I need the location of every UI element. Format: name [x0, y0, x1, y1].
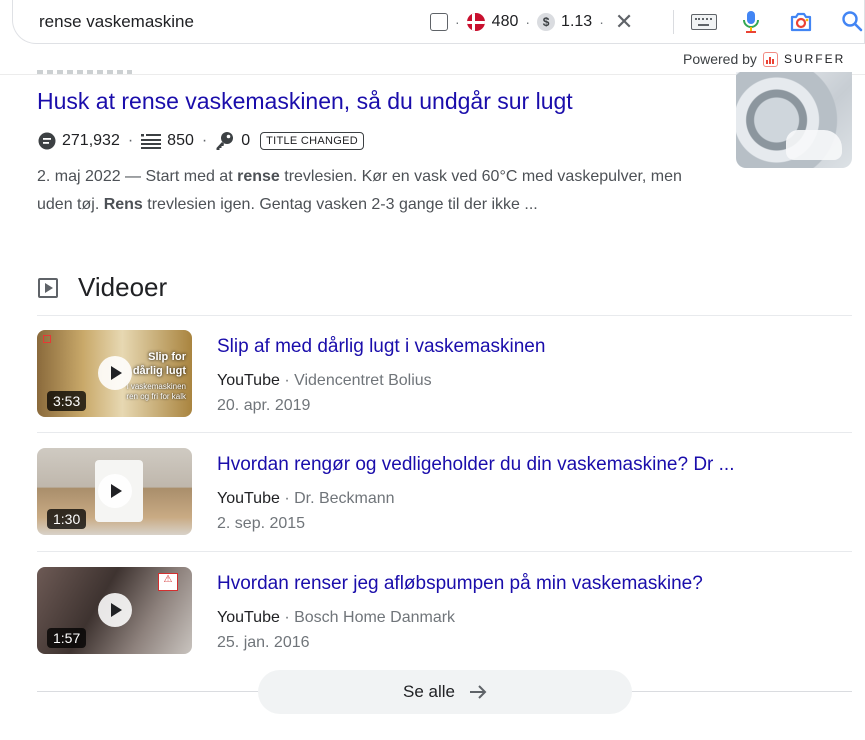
- video-item[interactable]: Slip for dårlig lugt i vaskemaskinen ren o…: [37, 330, 852, 420]
- video-duration: 1:30: [47, 509, 87, 529]
- search-volume: 480: [491, 13, 519, 30]
- surfer-logo-icon: [762, 51, 778, 67]
- result-thumbnail[interactable]: [736, 72, 852, 168]
- arrow-right-icon: [469, 684, 487, 700]
- microphone-icon[interactable]: [741, 10, 761, 39]
- video-title-link[interactable]: Hvordan rengør og vedligeholder du din v…: [217, 454, 735, 476]
- video-date: 20. apr. 2019: [217, 397, 311, 414]
- cut-off-text: [37, 62, 137, 74]
- play-button-icon[interactable]: [98, 356, 132, 390]
- home-icon: [43, 335, 51, 343]
- video-thumbnail[interactable]: Slip for dårlig lugt i vaskemaskinen ren o…: [37, 330, 192, 417]
- video-source: YouTube · Dr. Beckmann: [217, 490, 395, 507]
- video-thumbnail[interactable]: ⚠ 1:57: [37, 567, 192, 654]
- video-title-link[interactable]: Hvordan renser jeg afløbspumpen på min v…: [217, 573, 703, 595]
- play-button-icon[interactable]: [98, 593, 132, 627]
- warning-icon: ⚠: [158, 573, 178, 591]
- see-all-button[interactable]: Se alle: [258, 670, 632, 714]
- word-count-icon: [141, 133, 162, 149]
- dollar-icon: $: [537, 13, 556, 31]
- result-snippet: 2. maj 2022 — Start med at rense trevles…: [37, 168, 682, 213]
- keyboard-icon[interactable]: [691, 14, 717, 30]
- cpc-value: 1.13: [561, 13, 593, 30]
- video-duration: 3:53: [47, 391, 87, 411]
- clear-search-icon[interactable]: ✕: [615, 11, 633, 33]
- divider: [37, 432, 852, 433]
- videos-heading: Videoer: [38, 272, 167, 303]
- play-button-icon[interactable]: [98, 474, 132, 508]
- video-item[interactable]: 1:30 Hvordan rengør og vedligeholder du …: [37, 448, 852, 538]
- video-item[interactable]: ⚠ 1:57 Hvordan renser jeg afløbspumpen p…: [37, 567, 852, 657]
- search-bar: rense vaskemaskine · 480 · $ 1.13 · ✕: [12, 0, 865, 44]
- video-title-link[interactable]: Slip af med dårlig lugt i vaskemaskinen: [217, 336, 545, 358]
- keyword-count: 0: [241, 132, 251, 149]
- result-title-link[interactable]: Husk at rense vaskemaskinen, så du undgå…: [37, 88, 573, 115]
- video-source: YouTube · Bosch Home Danmark: [217, 609, 456, 626]
- select-checkbox[interactable]: [430, 13, 448, 31]
- video-source: YouTube · Videncentret Bolius: [217, 372, 432, 389]
- result-metrics: 271,932 · 850 · 0 TITLE CHANGED: [38, 131, 365, 151]
- video-duration: 1:57: [47, 628, 87, 648]
- divider: [673, 10, 674, 34]
- traffic-icon: [38, 132, 56, 150]
- search-icon[interactable]: [841, 10, 863, 37]
- divider: [37, 315, 852, 316]
- key-icon: [215, 131, 235, 151]
- title-changed-badge: TITLE CHANGED: [260, 132, 365, 150]
- surfer-toolbar: · 480 · $ 1.13 · ✕: [418, 0, 633, 44]
- traffic-count: 271,932: [62, 132, 120, 149]
- divider: [37, 551, 852, 552]
- powered-by-surfer[interactable]: Powered by SURFER: [683, 51, 845, 67]
- lens-camera-icon[interactable]: [789, 11, 813, 38]
- denmark-flag-icon: [466, 13, 485, 31]
- word-count: 850: [167, 132, 194, 149]
- video-play-icon: [38, 277, 58, 298]
- search-input[interactable]: rense vaskemaskine: [39, 12, 194, 32]
- video-thumbnail[interactable]: 1:30: [37, 448, 192, 535]
- video-date: 2. sep. 2015: [217, 515, 306, 532]
- video-date: 25. jan. 2016: [217, 634, 310, 651]
